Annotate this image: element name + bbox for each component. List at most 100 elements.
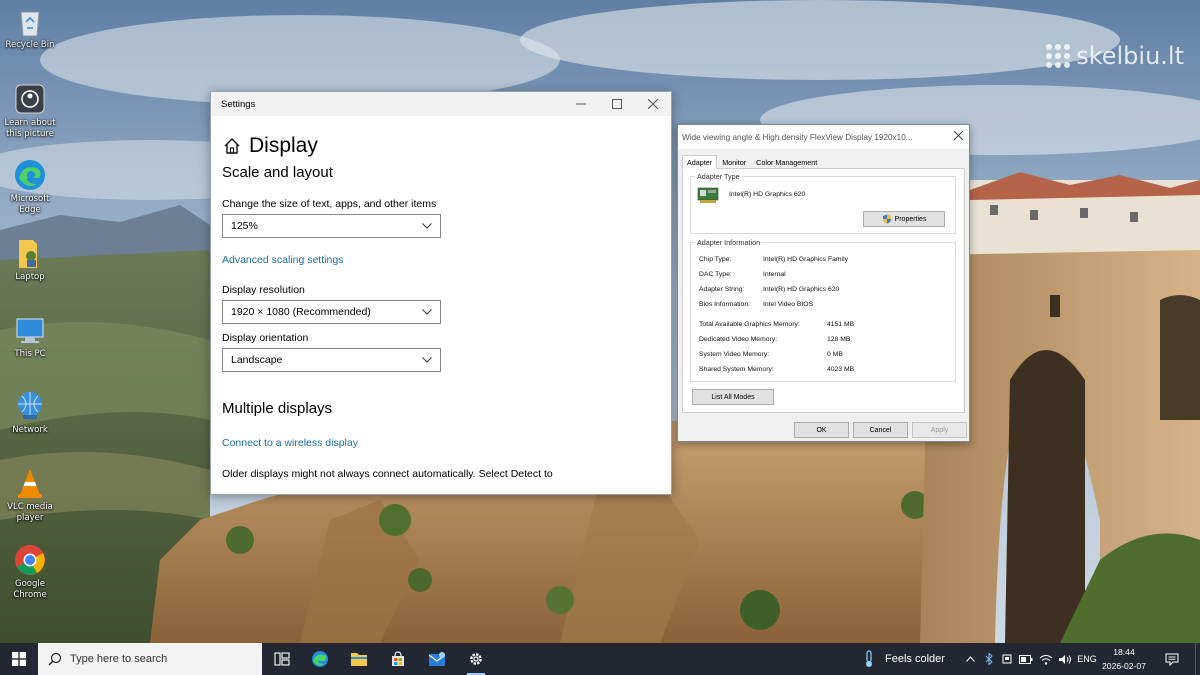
taskbar-settings-button[interactable] (457, 643, 495, 675)
memory-label: Shared System Memory: (699, 366, 774, 373)
adapter-dialog-title: Wide viewing angle & High density FlexVi… (682, 132, 913, 142)
settings-content: Scale and layout Change the size of text… (222, 164, 671, 480)
orientation-dropdown[interactable]: Landscape (222, 348, 441, 372)
watermark-text: skelbiu.lt (1076, 42, 1184, 70)
chevron-up-icon (965, 656, 975, 662)
clock-time: 18:44 (1113, 647, 1135, 657)
graphics-card-icon (697, 187, 719, 203)
battery-icon (1019, 654, 1033, 664)
desktop-icon-label: Network (12, 425, 48, 435)
info-label: DAC Type: (699, 271, 732, 278)
show-desktop-button[interactable] (1195, 643, 1200, 675)
scale-value: 125% (231, 220, 258, 232)
taskbar-file-explorer-button[interactable] (340, 643, 378, 675)
memory-label: Dedicated Video Memory: (699, 336, 778, 343)
desktop-icon-recycle-bin[interactable]: Recycle Bin (2, 4, 58, 51)
settings-titlebar[interactable]: Settings (211, 92, 671, 116)
desktop-icon-network[interactable]: Network (2, 389, 58, 436)
search-icon (48, 652, 62, 666)
advanced-scaling-link[interactable]: Advanced scaling settings (222, 254, 343, 266)
gear-icon (470, 653, 482, 665)
taskbar-store-button[interactable] (379, 643, 417, 675)
task-view-button[interactable] (263, 643, 301, 675)
input-language-button[interactable]: ENG (1076, 643, 1098, 675)
maximize-icon (612, 99, 622, 109)
apply-button[interactable]: Apply (912, 422, 967, 438)
notification-icon (1165, 653, 1179, 666)
desktop-icon-label: Recycle Bin (5, 40, 55, 50)
watermark-logo-icon (1046, 44, 1071, 68)
home-icon[interactable] (223, 137, 241, 155)
battery-tray-button[interactable] (1018, 643, 1034, 675)
tab-monitor[interactable]: Monitor (717, 155, 751, 169)
show-hidden-icons-button[interactable] (963, 643, 977, 675)
tab-color-management[interactable]: Color Management (751, 155, 822, 169)
taskbar-edge-button[interactable] (301, 643, 339, 675)
chevron-down-icon (422, 223, 432, 229)
orientation-value: Landscape (231, 354, 283, 366)
settings-window: Settings Display Scale and layout Change… (210, 91, 672, 495)
list-all-modes-button[interactable]: List All Modes (692, 389, 774, 405)
adapter-name: Intel(R) HD Graphics 620 (729, 191, 806, 198)
bluetooth-tray-button[interactable] (982, 643, 996, 675)
desktop-icon-label: Laptop (15, 272, 45, 282)
desktop-icon-this-pc[interactable]: This PC (2, 313, 58, 360)
adapter-info-legend: Adapter Information (697, 238, 761, 247)
info-label: Chip Type: (699, 256, 732, 263)
windows-logo-icon (12, 652, 26, 666)
speaker-icon (1059, 654, 1071, 664)
properties-button[interactable]: Properties (863, 211, 945, 227)
chrome-icon (13, 543, 47, 577)
search-placeholder: Type here to search (70, 653, 168, 665)
adapter-tab-panel: Adapter Type Intel(R) HD Graphics 620 Pr… (682, 168, 965, 413)
adapter-tabs: Adapter Monitor Color Management (682, 155, 969, 169)
adapter-titlebar[interactable]: Wide viewing angle & High density FlexVi… (678, 125, 969, 149)
desktop-icon-label: This PC (14, 349, 46, 359)
desktop-icon-laptop[interactable]: Laptop (2, 236, 58, 283)
memory-label: Total Available Graphics Memory: (699, 321, 800, 328)
chevron-down-icon (422, 357, 432, 363)
watermark: skelbiu.lt (1046, 42, 1184, 70)
network-icon (13, 389, 47, 423)
multiple-displays-heading: Multiple displays (222, 400, 333, 417)
taskbar-search-box[interactable]: Type here to search (38, 643, 262, 675)
usb-tray-button[interactable] (1000, 643, 1014, 675)
tab-adapter[interactable]: Adapter (682, 155, 718, 169)
ok-button[interactable]: OK (794, 422, 849, 438)
shield-icon (882, 214, 891, 224)
taskbar-mail-button[interactable] (418, 643, 456, 675)
older-displays-text: Older displays might not always connect … (222, 468, 553, 480)
minimize-button[interactable] (563, 92, 599, 116)
cancel-button[interactable]: Cancel (853, 422, 908, 438)
close-button[interactable] (635, 92, 671, 116)
edge-icon (312, 651, 328, 667)
thermometer-icon (866, 650, 872, 667)
recycle-bin-icon (13, 4, 47, 38)
info-value: Intel Video BIOS (763, 301, 814, 308)
wireless-display-link[interactable]: Connect to a wireless display (222, 437, 358, 449)
task-view-icon (274, 652, 290, 666)
desktop-icon-microsoft-edge[interactable]: Microsoft Edge (2, 158, 58, 216)
desktop-icon-label: Learn about this picture (4, 118, 56, 139)
bluetooth-icon (985, 653, 993, 665)
wifi-tray-button[interactable] (1038, 643, 1054, 675)
scale-layout-heading: Scale and layout (222, 164, 333, 181)
taskbar-clock[interactable]: 18:44 2026-02-07 (1098, 645, 1150, 673)
store-icon (392, 651, 404, 666)
volume-tray-button[interactable] (1057, 643, 1073, 675)
taskbar: Type here to search Feels colder ENG 18:… (0, 643, 1200, 675)
notifications-button[interactable] (1160, 643, 1184, 675)
memory-value: 4023 MB (827, 366, 855, 373)
desktop-icon-label: Microsoft Edge (10, 194, 50, 215)
close-button[interactable] (953, 129, 964, 143)
weather-widget[interactable]: Feels colder (862, 643, 945, 675)
desktop-icon-learn-about-picture[interactable]: Learn about this picture (2, 82, 58, 140)
desktop-icon-vlc[interactable]: VLC media player (2, 466, 58, 524)
weather-text: Feels colder (885, 653, 945, 665)
scale-dropdown[interactable]: 125% (222, 214, 441, 238)
vlc-cone-icon (13, 466, 47, 500)
maximize-button[interactable] (599, 92, 635, 116)
resolution-dropdown[interactable]: 1920 × 1080 (Recommended) (222, 300, 441, 324)
start-button[interactable] (0, 643, 38, 675)
desktop-icon-chrome[interactable]: Google Chrome (2, 543, 58, 601)
